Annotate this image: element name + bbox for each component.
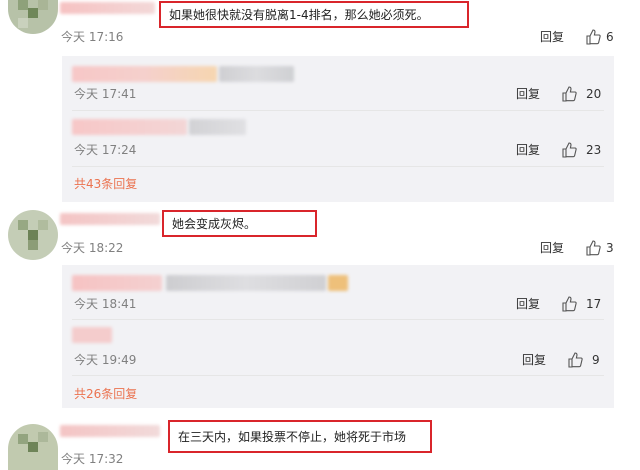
reply-time: 今天 18:41 xyxy=(74,297,137,311)
like-count: 3 xyxy=(606,241,614,255)
divider xyxy=(72,110,604,111)
like-count: 17 xyxy=(586,297,602,311)
reply-content-blurred xyxy=(166,275,326,291)
more-replies-link[interactable]: 共26条回复 xyxy=(74,387,137,401)
reply-content-blurred xyxy=(72,327,112,343)
thumbs-up-icon[interactable] xyxy=(585,29,601,45)
reply-panel: 今天 18:41 回复 17 今天 19:49 回复 9 共26条回复 xyxy=(62,265,614,408)
comment-time: 今天 17:32 xyxy=(61,452,124,466)
avatar[interactable] xyxy=(8,0,58,34)
thumbs-up-icon[interactable] xyxy=(567,352,583,368)
thumbs-up-icon[interactable] xyxy=(585,240,601,256)
username-blurred xyxy=(60,213,160,225)
avatar[interactable] xyxy=(8,424,58,470)
reply-content-blurred xyxy=(219,66,294,82)
thumbs-up-icon[interactable] xyxy=(561,296,577,312)
reply-content-blurred xyxy=(72,119,187,135)
comment-time: 今天 18:22 xyxy=(61,241,124,255)
divider xyxy=(72,166,604,167)
reply-button[interactable]: 回复 xyxy=(522,353,546,367)
comment-time: 今天 17:16 xyxy=(61,30,124,44)
like-count: 6 xyxy=(606,30,614,44)
reply-content-blurred xyxy=(72,275,162,291)
reply-button[interactable]: 回复 xyxy=(516,297,540,311)
comment-text: 在三天内，如果投票不停止，她将死于市场 xyxy=(168,420,432,453)
comment-text: 如果她很快就没有脱离1-4排名，那么她必须死。 xyxy=(159,1,469,28)
reply-button[interactable]: 回复 xyxy=(516,87,540,101)
comment-text-label: 如果她很快就没有脱离1-4排名，那么她必须死。 xyxy=(169,7,429,22)
comment-text-label: 在三天内，如果投票不停止，她将死于市场 xyxy=(178,429,407,444)
like-count: 9 xyxy=(592,353,600,367)
reply-button[interactable]: 回复 xyxy=(516,143,540,157)
reply-time: 今天 19:49 xyxy=(74,353,137,367)
reply-content-blurred xyxy=(189,119,246,135)
thumbs-up-icon[interactable] xyxy=(561,142,577,158)
avatar[interactable] xyxy=(8,210,58,260)
divider xyxy=(72,319,604,320)
reply-time: 今天 17:41 xyxy=(74,87,137,101)
reply-content-blurred xyxy=(72,66,217,82)
comment-text: 她会变成灰烬。 xyxy=(162,210,317,237)
more-replies-link[interactable]: 共43条回复 xyxy=(74,177,137,191)
like-count: 20 xyxy=(586,87,602,101)
like-count: 23 xyxy=(586,143,602,157)
username-blurred xyxy=(60,2,155,14)
comment-text-label: 她会变成灰烬。 xyxy=(172,216,257,231)
reply-content-blurred xyxy=(328,275,348,291)
reply-time: 今天 17:24 xyxy=(74,143,137,157)
reply-button[interactable]: 回复 xyxy=(540,30,564,44)
thumbs-up-icon[interactable] xyxy=(561,86,577,102)
divider xyxy=(72,375,604,376)
reply-button[interactable]: 回复 xyxy=(540,241,564,255)
reply-panel: 今天 17:41 回复 20 今天 17:24 回复 23 共43条回复 xyxy=(62,56,614,202)
username-blurred xyxy=(60,425,160,437)
